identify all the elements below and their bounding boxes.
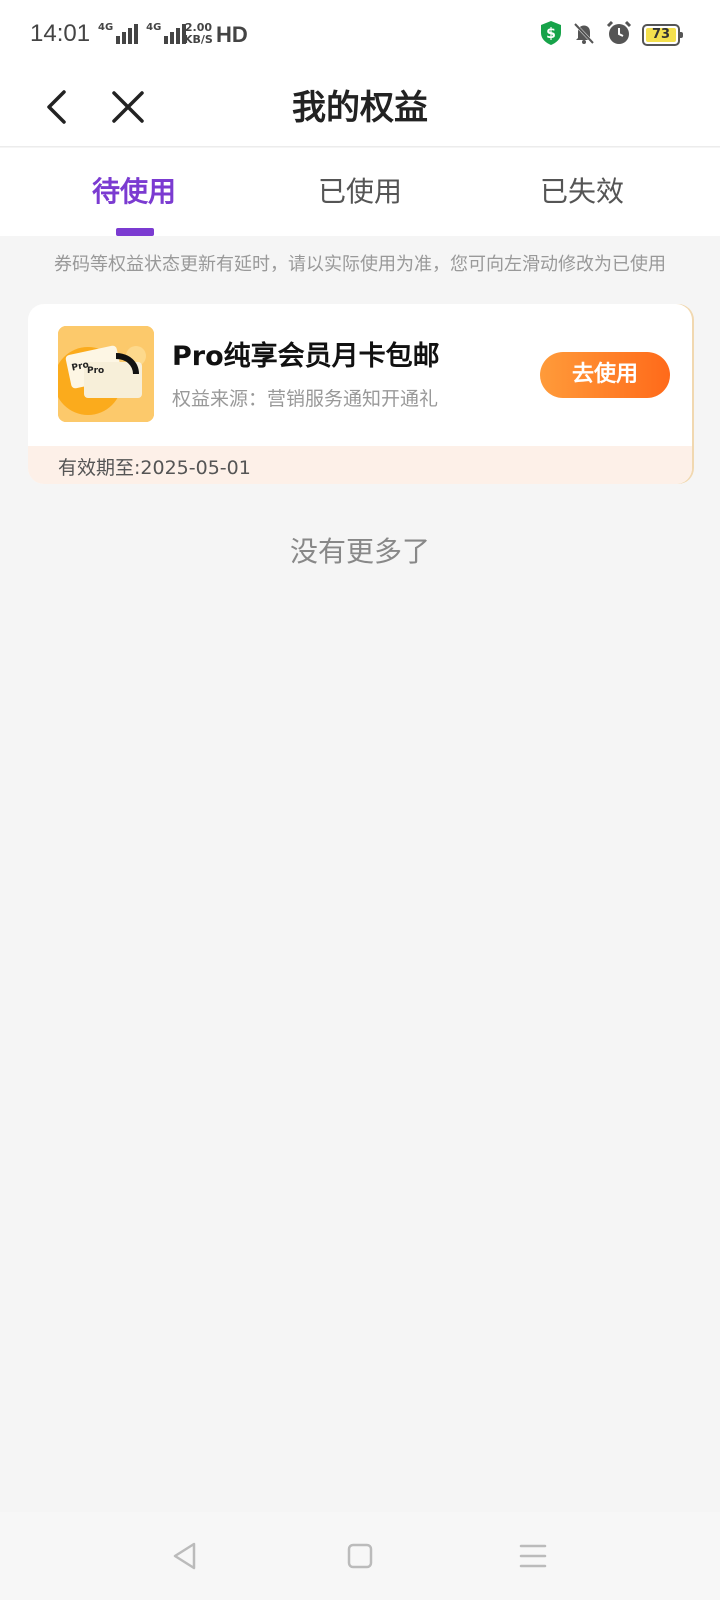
benefit-thumbnail: Pro Pro xyxy=(58,326,154,422)
validity-date: 有效期至:2025-05-01 xyxy=(58,457,251,479)
nav-menu-button[interactable] xyxy=(508,1532,558,1580)
tab-expired[interactable]: 已失效 xyxy=(482,148,682,236)
signal-icon: 4G xyxy=(98,22,139,44)
card-footer: 有效期至:2025-05-01 xyxy=(28,446,692,484)
svg-text:$: $ xyxy=(546,26,556,42)
benefit-title: Pro纯享会员月卡包邮 xyxy=(172,341,440,372)
tab-indicator xyxy=(116,228,154,236)
square-home-icon xyxy=(347,1543,373,1569)
end-of-list-text: 没有更多了 xyxy=(289,535,430,568)
nav-home-button[interactable] xyxy=(335,1532,385,1580)
nav-back-button[interactable] xyxy=(160,1532,210,1580)
status-time: 14:01 xyxy=(30,20,91,47)
nav-header: 我的权益 xyxy=(0,72,720,147)
benefit-card[interactable]: Pro Pro Pro纯享会员月卡包邮 权益来源：营销服务通知开通礼 去使用 有… xyxy=(28,304,692,484)
use-button[interactable]: 去使用 xyxy=(540,352,670,398)
tab-used[interactable]: 已使用 xyxy=(260,148,460,236)
signal-indicators: 4G 4G xyxy=(98,22,187,44)
benefit-source: 权益来源：营销服务通知开通礼 xyxy=(172,388,439,410)
battery-icon: 73 xyxy=(642,24,683,46)
system-nav-bar xyxy=(0,1512,720,1600)
shield-icon: $ xyxy=(540,20,562,50)
alarm-icon xyxy=(606,20,632,50)
bell-off-icon xyxy=(572,21,596,49)
status-notice: 券码等权益状态更新有延时，请以实际使用为准，您可向左滑动修改为已使用 xyxy=(54,254,666,275)
membership-card-image: Pro Pro xyxy=(58,326,154,422)
page-title: 我的权益 xyxy=(292,88,428,128)
menu-lines-icon xyxy=(519,1544,547,1568)
signal-icon: 4G xyxy=(146,22,187,44)
svg-text:Pro: Pro xyxy=(87,366,104,376)
triangle-back-icon xyxy=(173,1542,196,1570)
hd-indicator: HD xyxy=(216,22,248,47)
status-right: $ 73 xyxy=(540,20,683,50)
tab-pending[interactable]: 待使用 xyxy=(34,148,234,236)
tab-bar: 待使用 已使用 已失效 xyxy=(0,148,720,236)
status-bar: 14:01 4G 4G 2.00 KB/S HD $ 73 xyxy=(0,0,720,72)
network-speed: 2.00 KB/S xyxy=(184,21,213,46)
